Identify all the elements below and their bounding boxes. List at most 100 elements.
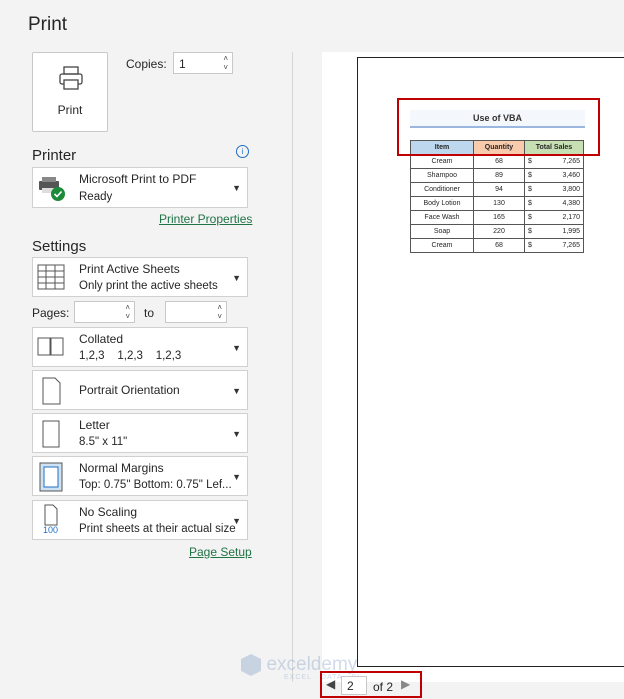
table-row: Conditioner 94 $3,800 [410, 182, 584, 197]
currency-symbol: $ [528, 186, 532, 193]
cell-item: Shampoo [410, 168, 474, 183]
cell-total-sales: $7,265 [524, 154, 584, 169]
printer-dropdown[interactable]: Microsoft Print to PDF Ready ▼ [32, 167, 248, 208]
printer-section-heading: Printer [32, 147, 77, 164]
collation-dropdown[interactable]: Collated 1,2,3 1,2,3 1,2,3 ▼ [32, 327, 248, 367]
cell-total-sales: $3,800 [524, 182, 584, 197]
page-number-input[interactable]: 2 [341, 676, 367, 695]
spin-arrows-icon[interactable]: ˄ ˅ [217, 303, 222, 321]
paper-size-label: Letter [79, 418, 110, 432]
copies-value: 1 [179, 57, 186, 71]
currency-symbol: $ [528, 242, 532, 249]
cell-quantity: 89 [473, 168, 525, 183]
sheet-grid-icon [37, 264, 65, 290]
table-row: Face Wash 165 $2,170 [410, 210, 584, 225]
chevron-down-icon: ▼ [232, 273, 241, 283]
sales-amount: 7,265 [562, 158, 580, 165]
previous-page-icon[interactable]: ◀ [326, 677, 335, 691]
currency-symbol: $ [528, 158, 532, 165]
orientation-label: Portrait Orientation [79, 383, 180, 397]
margins-details: Top: 0.75" Bottom: 0.75" Lef... [79, 479, 232, 491]
scaling-percent: 100 [43, 525, 59, 535]
paper-size-icon [42, 420, 60, 448]
chevron-down-icon: ▼ [232, 183, 241, 193]
pages-from-input[interactable]: ˄ ˅ [74, 301, 135, 323]
chevron-down-icon: ▼ [232, 516, 241, 526]
cell-quantity: 130 [473, 196, 525, 211]
sales-amount: 3,460 [562, 172, 580, 179]
page-title: Print [28, 14, 68, 35]
orientation-dropdown[interactable]: Portrait Orientation ▼ [32, 370, 248, 410]
chevron-down-icon: ▼ [232, 429, 241, 439]
portrait-page-icon [42, 377, 61, 405]
spin-arrows-icon[interactable]: ˄ ˅ [223, 54, 228, 72]
printer-icon [59, 66, 83, 90]
cell-item: Cream [410, 238, 474, 253]
next-page-icon[interactable]: ▶ [401, 677, 410, 691]
cell-total-sales: $1,995 [524, 224, 584, 239]
print-what-dropdown[interactable]: Print Active Sheets Only print the activ… [32, 257, 248, 297]
chevron-down-icon: ▼ [232, 343, 241, 353]
exceldemy-logo-icon [241, 654, 261, 676]
table-row: Shampoo 89 $3,460 [410, 168, 584, 183]
cell-item: Conditioner [410, 182, 474, 197]
currency-symbol: $ [528, 228, 532, 235]
settings-section-heading: Settings [32, 238, 87, 255]
sales-amount: 4,380 [562, 200, 580, 207]
margins-label: Normal Margins [79, 461, 164, 475]
table-row: Cream 68 $7,265 [410, 238, 584, 253]
collation-label: Collated [79, 332, 124, 346]
cell-total-sales: $2,170 [524, 210, 584, 225]
cell-total-sales: $4,380 [524, 196, 584, 211]
chevron-down-icon: ▼ [232, 386, 241, 396]
cell-item: Body Lotion [410, 196, 474, 211]
cell-total-sales: $7,265 [524, 238, 584, 253]
copies-label: Copies: [126, 57, 167, 71]
margins-icon [39, 462, 63, 492]
highlight-box [397, 98, 600, 156]
cell-quantity: 94 [473, 182, 525, 197]
collation-order: 1,2,3 1,2,3 1,2,3 [79, 350, 182, 362]
sales-amount: 2,170 [562, 214, 580, 221]
sales-amount: 7,265 [562, 242, 580, 249]
printer-status: Ready [79, 191, 113, 203]
scaling-dropdown[interactable]: 100 No Scaling Print sheets at their act… [32, 500, 248, 540]
cell-item: Cream [410, 154, 474, 169]
preview-table: Item Quantity Total Sales Cream 68 $7,265 S… [410, 140, 584, 253]
table-row: Body Lotion 130 $4,380 [410, 196, 584, 211]
paper-size-dropdown[interactable]: Letter 8.5" x 11" ▼ [32, 413, 248, 453]
print-what-label: Print Active Sheets [79, 262, 180, 276]
cell-quantity: 68 [473, 238, 525, 253]
info-icon[interactable]: i [236, 145, 249, 158]
cell-quantity: 220 [473, 224, 525, 239]
copies-stepper[interactable]: 1 ˄ ˅ [173, 52, 233, 74]
print-button[interactable]: Print [32, 52, 108, 132]
printer-name: Microsoft Print to PDF [79, 172, 197, 186]
sales-amount: 1,995 [562, 228, 580, 235]
sales-amount: 3,800 [562, 186, 580, 193]
pages-to-input[interactable]: ˄ ˅ [165, 301, 227, 323]
table-row: Cream 68 $7,265 [410, 154, 584, 169]
cell-total-sales: $3,460 [524, 168, 584, 183]
scaling-description: Print sheets at their actual size [79, 523, 236, 535]
page-setup-link[interactable]: Page Setup [189, 545, 252, 559]
panel-divider [292, 52, 293, 682]
currency-symbol: $ [528, 200, 532, 207]
current-page-value: 2 [347, 679, 354, 693]
printer-ready-icon [39, 177, 65, 201]
paper-size-dimensions: 8.5" x 11" [79, 436, 128, 448]
page-count: of 2 [373, 680, 394, 694]
currency-symbol: $ [528, 214, 532, 221]
printer-properties-link[interactable]: Printer Properties [159, 212, 252, 226]
cell-quantity: 165 [473, 210, 525, 225]
cell-quantity: 68 [473, 154, 525, 169]
collated-pages-icon [37, 337, 64, 356]
print-button-label: Print [57, 103, 83, 117]
print-what-description: Only print the active sheets [79, 280, 218, 292]
scaling-label: No Scaling [79, 505, 138, 519]
margins-dropdown[interactable]: Normal Margins Top: 0.75" Bottom: 0.75" … [32, 456, 248, 496]
table-row: Soap 220 $1,995 [410, 224, 584, 239]
spin-arrows-icon[interactable]: ˄ ˅ [125, 303, 130, 321]
pages-to-label: to [144, 306, 155, 320]
currency-symbol: $ [528, 172, 532, 179]
